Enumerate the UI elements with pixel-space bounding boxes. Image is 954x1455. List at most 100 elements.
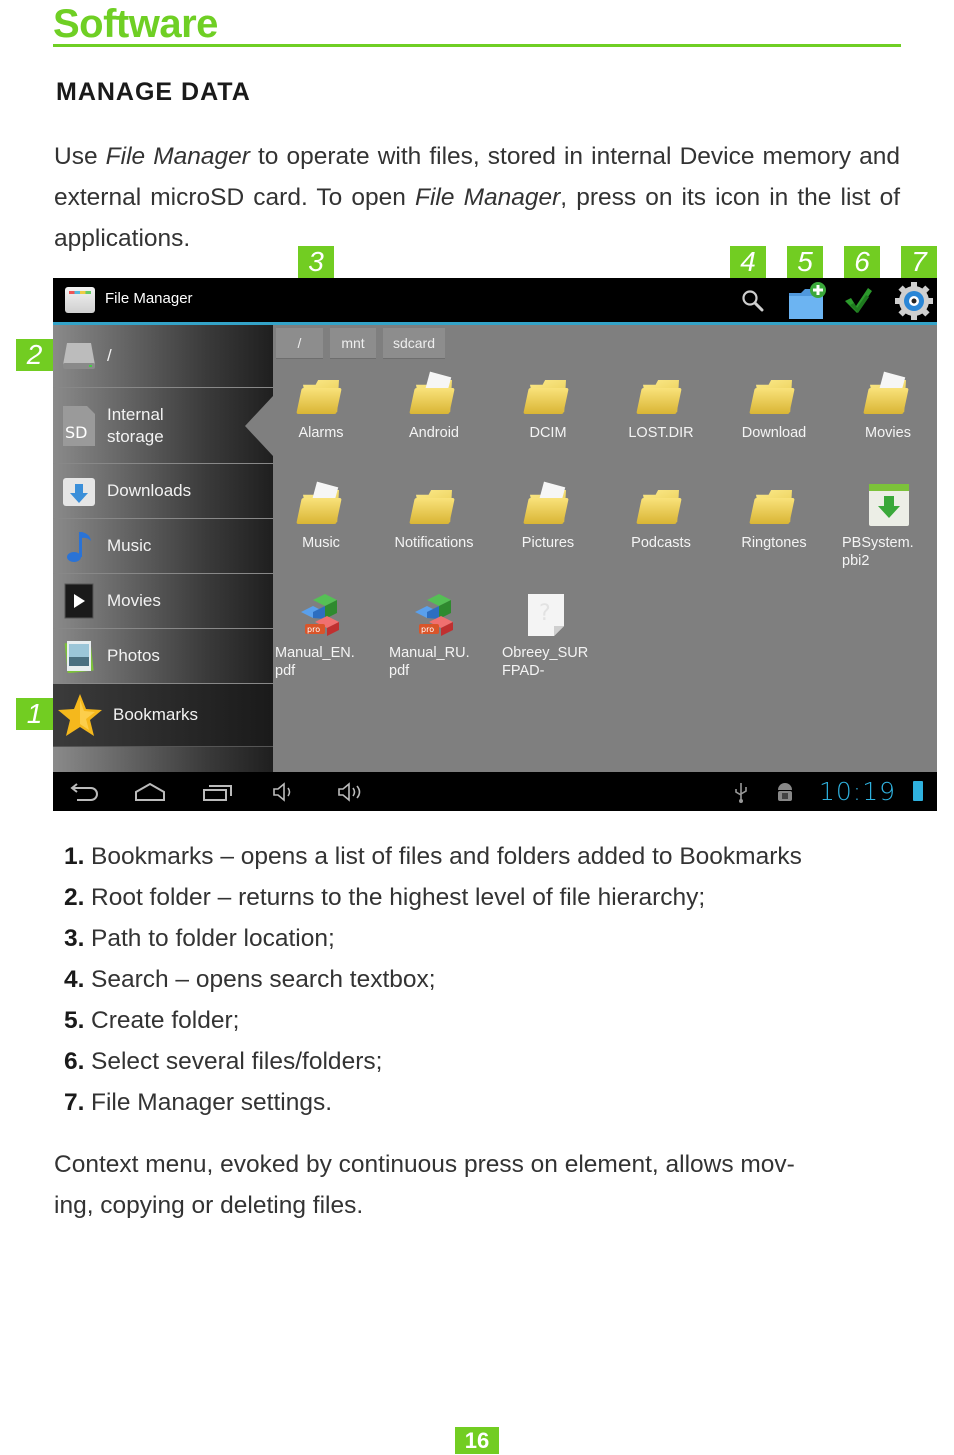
file-item[interactable]: Podcasts bbox=[605, 482, 717, 552]
file-name-line: Obreey_SUR bbox=[502, 645, 589, 661]
list-text: Search – opens search textbox; bbox=[91, 966, 436, 993]
sidebar-item-downloads[interactable]: Downloads bbox=[53, 464, 273, 519]
file-manager-app-icon bbox=[65, 287, 95, 313]
folder-icon bbox=[296, 481, 345, 528]
battery-charging-icon bbox=[913, 781, 923, 801]
sidebar-label: Bookmarks bbox=[113, 705, 199, 724]
sidebar-label: Music bbox=[107, 536, 152, 555]
file-name: Pictures bbox=[521, 535, 575, 551]
list-item: 4. Search – opens search textbox; bbox=[64, 959, 802, 1000]
breadcrumb: / mnt sdcard bbox=[273, 328, 445, 360]
file-item[interactable]: pro Manual_RU. pdf bbox=[389, 592, 485, 680]
recent-apps-icon[interactable] bbox=[199, 780, 235, 804]
context-menu-paragraph: Context menu, evoked by continuous press… bbox=[54, 1144, 910, 1226]
folder-icon bbox=[636, 482, 685, 528]
sidebar-label: Movies bbox=[107, 591, 161, 610]
list-text: File Manager settings. bbox=[91, 1089, 333, 1116]
file-item[interactable]: pro Manual_EN.pdf bbox=[275, 592, 371, 680]
sidebar-item-movies[interactable]: Movies bbox=[53, 574, 273, 629]
list-item: 3. Path to folder location; bbox=[64, 918, 802, 959]
file-name: Music bbox=[302, 535, 340, 551]
folder-icon bbox=[749, 372, 798, 418]
file-item[interactable]: DCIM bbox=[492, 372, 604, 442]
file-name-line: pdf bbox=[275, 663, 296, 679]
multi-select-icon[interactable] bbox=[841, 284, 875, 318]
file-name-line: Manual_EN. bbox=[275, 645, 355, 661]
unknown-file-icon: ? bbox=[526, 592, 574, 638]
volume-down-icon[interactable] bbox=[266, 780, 302, 804]
svg-text:?: ? bbox=[539, 601, 551, 626]
search-icon[interactable] bbox=[736, 284, 770, 318]
drive-icon bbox=[61, 338, 97, 374]
file-item[interactable]: Ringtones bbox=[718, 482, 830, 552]
back-icon[interactable] bbox=[65, 780, 101, 804]
list-text: Create folder; bbox=[91, 1007, 240, 1034]
file-name: Movies bbox=[865, 425, 911, 441]
file-name: Notifications bbox=[394, 535, 474, 551]
volume-up-icon[interactable] bbox=[332, 780, 368, 804]
file-name-line: Manual_RU. bbox=[389, 645, 470, 661]
sidebar-item-bookmarks[interactable]: Bookmarks bbox=[53, 684, 273, 747]
list-item: 2. Root folder – returns to the highest l… bbox=[64, 877, 802, 918]
file-item[interactable]: Alarms bbox=[265, 372, 377, 442]
callout-5: 5 bbox=[787, 246, 823, 278]
file-name-line: pbi2 bbox=[842, 553, 870, 569]
folder-icon bbox=[749, 482, 798, 528]
page-number: 16 bbox=[455, 1427, 499, 1454]
sidebar-label: / bbox=[107, 346, 112, 365]
list-item: 6. Select several files/folders; bbox=[64, 1041, 802, 1082]
sidebar-item-internal-storage[interactable]: SD Internal storage bbox=[53, 388, 273, 464]
app-title: File Manager bbox=[105, 290, 193, 307]
folder-icon bbox=[409, 482, 458, 528]
list-number: 6. bbox=[64, 1048, 85, 1075]
new-folder-icon[interactable] bbox=[787, 281, 829, 321]
music-note-icon bbox=[61, 528, 97, 564]
sidebar-item-root[interactable]: / bbox=[53, 325, 273, 388]
file-name-line: FPAD- bbox=[502, 663, 545, 679]
breadcrumb-root[interactable]: / bbox=[276, 328, 323, 359]
paragraph-line: ing, copying or deleting files. bbox=[54, 1192, 364, 1219]
breadcrumb-mnt[interactable]: mnt bbox=[330, 328, 376, 359]
home-icon[interactable] bbox=[132, 780, 168, 804]
file-name-line: PBSystem. bbox=[842, 535, 914, 551]
folder-icon bbox=[523, 372, 572, 418]
file-name: Podcasts bbox=[631, 535, 691, 551]
pdf-reader-icon: pro bbox=[301, 592, 349, 638]
file-item[interactable]: PBSystem. pbi2 bbox=[842, 482, 932, 570]
file-item[interactable]: Music bbox=[265, 481, 377, 552]
status-clock: 10:19 bbox=[819, 777, 897, 806]
file-item[interactable]: Notifications bbox=[378, 482, 490, 552]
file-item[interactable]: Movies bbox=[832, 371, 937, 442]
sidebar-item-photos[interactable]: Photos bbox=[53, 629, 273, 684]
file-item[interactable]: Download bbox=[718, 372, 830, 442]
callout-7: 7 bbox=[901, 246, 937, 278]
breadcrumb-sdcard[interactable]: sdcard bbox=[383, 328, 445, 359]
file-name: Alarms bbox=[298, 425, 344, 441]
app-name: File Manager bbox=[105, 143, 250, 170]
action-bar: File Manager bbox=[53, 278, 937, 325]
callout-3: 3 bbox=[298, 246, 334, 278]
section-heading: MANAGE DATA bbox=[56, 78, 251, 106]
file-name: PBSystem. pbi2 bbox=[842, 534, 932, 570]
downloads-folder-icon bbox=[61, 473, 97, 509]
svg-text:SD: SD bbox=[65, 423, 87, 442]
folder-icon bbox=[523, 481, 572, 528]
list-text: Bookmarks – opens a list of files and fo… bbox=[91, 843, 802, 870]
list-item: 7. File Manager settings. bbox=[64, 1082, 802, 1123]
list-number: 2. bbox=[64, 884, 85, 911]
file-name: Manual_EN.pdf bbox=[275, 644, 371, 680]
sidebar-label: Downloads bbox=[107, 481, 192, 500]
list-number: 7. bbox=[64, 1089, 85, 1116]
legend-list: 1. Bookmarks – opens a list of files and … bbox=[64, 836, 802, 1123]
android-debug-icon bbox=[771, 780, 799, 804]
sidebar-item-music[interactable]: Music bbox=[53, 519, 273, 574]
file-item[interactable]: Android bbox=[378, 371, 490, 442]
file-name: DCIM bbox=[529, 425, 567, 441]
file-item[interactable]: ? Obreey_SUR FPAD- bbox=[502, 592, 602, 680]
file-item[interactable]: Pictures bbox=[492, 481, 604, 552]
file-manager-screenshot: File Manager / SD Internal storage Downl… bbox=[53, 278, 937, 811]
file-item[interactable]: LOST.DIR bbox=[605, 372, 717, 442]
settings-gear-icon[interactable] bbox=[894, 281, 934, 321]
list-item: 1. Bookmarks – opens a list of files and … bbox=[64, 836, 802, 877]
callout-6: 6 bbox=[844, 246, 880, 278]
